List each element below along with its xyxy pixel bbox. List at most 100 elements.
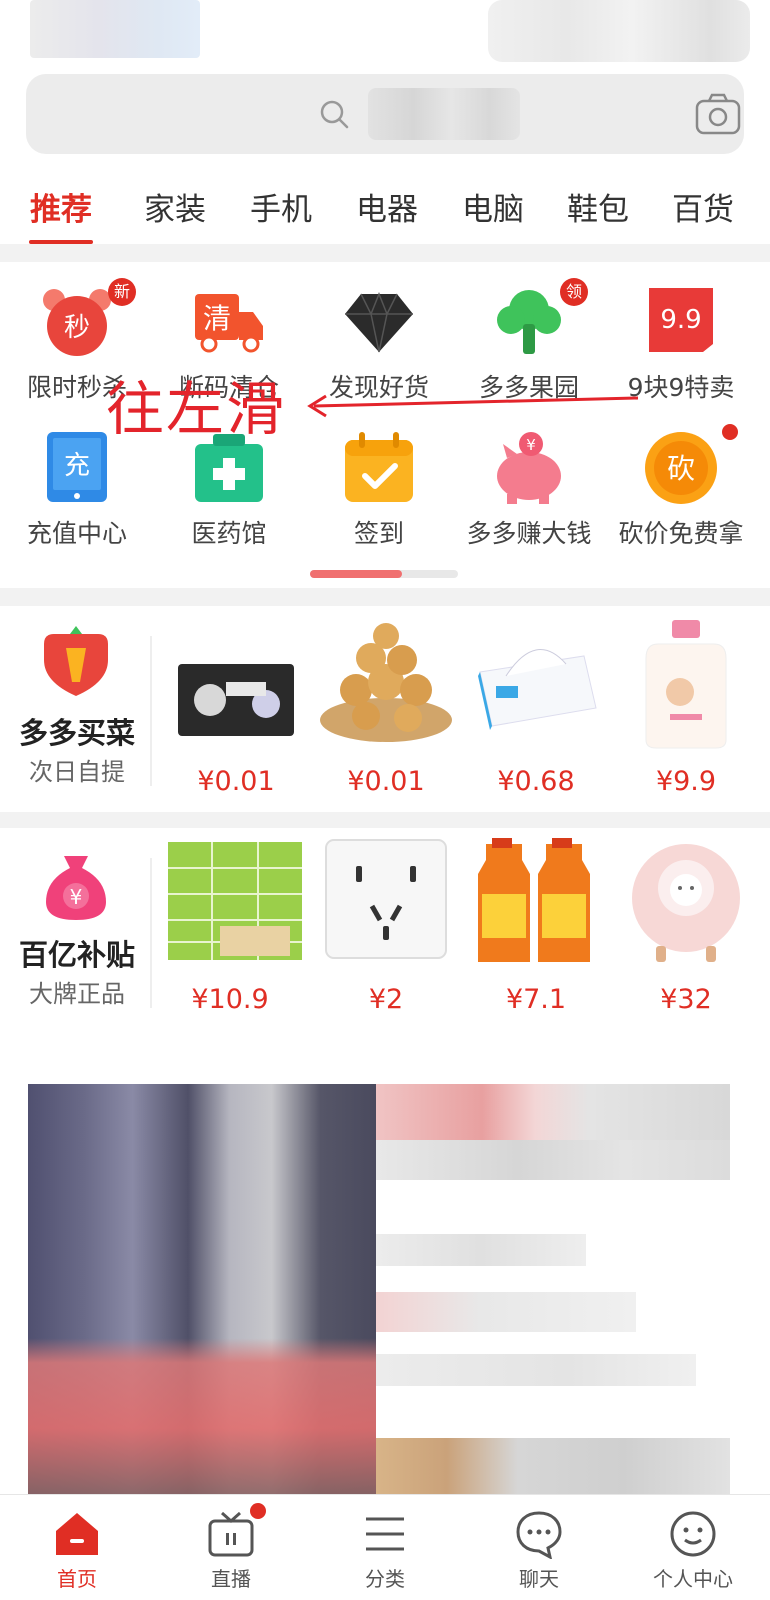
grid-item-recharge[interactable]: 充 充值中心 — [0, 430, 154, 570]
tab-recommend[interactable]: 推荐 — [0, 168, 122, 244]
swipe-left-annotation: 往左滑 — [106, 375, 287, 443]
grid-scrollbar[interactable] — [310, 570, 458, 578]
product-price: ¥0.68 — [497, 766, 575, 797]
grid-icon-text: 9.9 — [660, 305, 701, 335]
left-arrow-icon — [307, 394, 639, 418]
grid-item-check-in[interactable]: 签到 — [302, 430, 456, 570]
grid-icon-text: 秒 — [64, 313, 90, 343]
svg-text:¥: ¥ — [526, 436, 536, 454]
calendar-check-icon — [345, 432, 413, 502]
product-card[interactable]: ¥2 — [316, 834, 456, 1034]
brand-title: 百亿补贴 — [18, 938, 135, 972]
grocery-brand[interactable]: 多多买菜 次日自提 — [0, 606, 150, 812]
subsidy-brand[interactable]: ¥ 百亿补贴 大牌正品 — [0, 828, 150, 1034]
product-card[interactable]: ¥32 — [616, 834, 756, 1034]
product-price: ¥0.01 — [347, 766, 425, 797]
home-icon — [56, 1513, 98, 1555]
delivery-truck-icon: 清 — [195, 294, 263, 353]
cleaner-bottles-image — [478, 838, 590, 962]
product-price: ¥32 — [660, 984, 712, 1015]
diamond-icon — [345, 291, 413, 353]
product-card[interactable]: ¥9.9 — [616, 620, 756, 820]
notification-dot — [722, 424, 738, 440]
tab-computers[interactable]: 电脑 — [440, 168, 546, 244]
product-price: ¥7.1 — [505, 984, 567, 1015]
grid-icon-text: 砍 — [667, 452, 695, 485]
product-card[interactable]: ¥0.01 — [316, 620, 456, 820]
tissue-packs-image — [168, 842, 302, 960]
product-card[interactable]: ¥0.68 — [466, 620, 606, 820]
divider — [150, 636, 152, 786]
svg-text:¥: ¥ — [70, 885, 83, 909]
blurred-feed-card[interactable] — [0, 1034, 770, 1494]
alarm-clock-icon: 秒 — [43, 289, 111, 356]
nav-chat[interactable]: 聊天 — [462, 1495, 616, 1600]
camera-icon[interactable] — [694, 92, 742, 136]
tissue-box-image — [478, 649, 597, 730]
blurred-logo — [30, 0, 200, 58]
blurred-title-line — [376, 1084, 730, 1140]
detergent-bottle-image — [645, 620, 727, 749]
blurred-subtitle-line — [376, 1140, 730, 1180]
blurred-text-line — [376, 1234, 586, 1266]
claim-badge: 领 — [560, 278, 588, 306]
search-icon — [320, 100, 349, 129]
product-price: ¥2 — [368, 984, 404, 1015]
app-screen: 推荐 家装 手机 电器 电脑 鞋包 百货 秒 新 限时秒杀 清 断码清仓 发现好… — [0, 0, 770, 1600]
tab-shoes-bags[interactable]: 鞋包 — [546, 168, 650, 244]
tv-icon — [208, 1511, 254, 1557]
tree-icon — [497, 290, 561, 354]
tab-home-decor[interactable]: 家装 — [122, 168, 228, 244]
product-price: ¥0.01 — [197, 766, 275, 797]
grid-item-bargain[interactable]: 砍 砍价免费拿 — [604, 424, 758, 570]
brand-title: 多多买菜 — [18, 716, 135, 750]
wall-socket-image — [325, 839, 447, 959]
top-bar — [0, 0, 770, 68]
grid-item-pharmacy[interactable]: 医药馆 — [152, 430, 306, 570]
grid-item-earn-money[interactable]: ¥ 多多赚大钱 — [452, 430, 606, 570]
nav-label: 聊天 — [519, 1567, 559, 1591]
product-card[interactable]: ¥7.1 — [466, 834, 606, 1034]
money-bag-icon: ¥ — [46, 856, 106, 920]
nav-live[interactable]: 直播 — [154, 1495, 308, 1600]
blurred-text-line — [376, 1292, 636, 1332]
product-card[interactable]: ¥0.01 — [166, 620, 306, 820]
blurred-price-line — [376, 1438, 730, 1494]
nav-category[interactable]: 分类 — [308, 1495, 462, 1600]
tab-general-goods[interactable]: 百货 — [650, 168, 756, 244]
carrot-icon — [44, 626, 108, 696]
search-input[interactable] — [26, 74, 744, 154]
blurred-text-line — [376, 1354, 696, 1386]
nav-label: 直播 — [211, 1567, 251, 1591]
nav-label: 首页 — [57, 1567, 97, 1591]
cotton-pads-image — [178, 664, 294, 736]
grid-icon-text: 清 — [203, 302, 231, 335]
price-tag-icon: 9.9 — [649, 288, 713, 352]
chat-bubble-icon — [516, 1511, 562, 1559]
subsidy-row[interactable]: ¥ 百亿补贴 大牌正品 ¥10.9 ¥2 ¥7.1 ¥32 — [0, 828, 770, 1034]
grid-scrollbar-thumb[interactable] — [310, 570, 402, 578]
brand-subtitle: 次日自提 — [29, 758, 125, 786]
product-card[interactable]: ¥10.9 — [160, 834, 302, 1034]
nav-profile[interactable]: 个人中心 — [616, 1495, 770, 1600]
list-icon — [366, 1517, 404, 1551]
brand-subtitle: 大牌正品 — [29, 980, 125, 1008]
grid-label: 充值中心 — [26, 519, 127, 548]
bottom-nav: 首页 直播 分类 聊天 个人中心 — [0, 1494, 770, 1600]
new-badge: 新 — [108, 278, 136, 306]
nav-home[interactable]: 首页 — [0, 1495, 154, 1600]
grid-label: 医药馆 — [191, 519, 267, 548]
grocery-row[interactable]: 多多买菜 次日自提 ¥0.01 ¥0.01 ¥0.68 ¥9.9 — [0, 606, 770, 812]
cookies-basket-image — [320, 623, 452, 742]
product-price: ¥9.9 — [655, 766, 717, 797]
nav-label: 个人中心 — [653, 1567, 733, 1591]
grid-icon-text: 充 — [64, 451, 90, 481]
tablet-recharge-icon: 充 — [47, 432, 107, 502]
bargain-coin-icon: 砍 — [645, 432, 717, 504]
tab-phones[interactable]: 手机 — [228, 168, 334, 244]
grid-label: 砍价免费拿 — [618, 519, 744, 548]
divider — [150, 858, 152, 1008]
tab-appliances[interactable]: 电器 — [334, 168, 440, 244]
profile-face-icon — [670, 1511, 716, 1557]
search-area — [0, 68, 770, 168]
